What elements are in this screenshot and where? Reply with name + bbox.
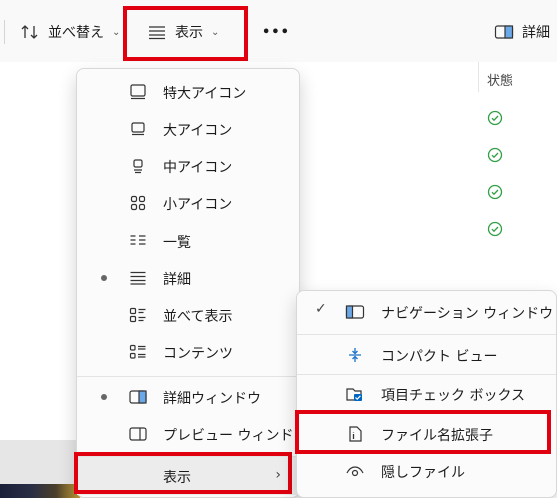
menu-item-label: ファイル名拡張子: [381, 428, 493, 444]
navigation-pane-icon: [345, 305, 365, 319]
menu-item-details[interactable]: 詳細: [77, 261, 299, 295]
status-synced-icon: [487, 184, 503, 200]
selected-indicator: [101, 394, 107, 400]
menu-item-details-pane[interactable]: 詳細ウィンドウ: [77, 380, 299, 414]
details-view-icon: [130, 271, 146, 285]
file-extension-icon: [349, 426, 362, 442]
list-view-icon: [130, 235, 146, 245]
menu-item-label: 項目チェック ボックス: [381, 388, 526, 404]
menu-item-compact-view[interactable]: コンパクト ビュー: [297, 338, 556, 372]
menu-item-label: コンテンツ: [163, 346, 233, 362]
details-pane-icon: [494, 25, 514, 39]
details-label: 詳細: [522, 25, 550, 41]
menu-item-label: プレビュー ウィンドウ: [163, 428, 308, 444]
show-submenu: ✓ ナビゲーション ウィンドウ コンパクト ビュー 項目チェック ボックス ファ…: [296, 290, 557, 498]
chevron-right-icon: ›: [275, 467, 281, 483]
more-icon: •••: [262, 24, 290, 40]
sort-button[interactable]: 並べ替え ⌄: [20, 16, 120, 48]
command-bar: 並べ替え ⌄ 表示 ⌄ ••• 詳細: [0, 0, 557, 63]
view-menu: 特大アイコン 大アイコン 中アイコン 小アイコン 一覧 詳細 並べて表示 コンテ…: [76, 68, 307, 498]
menu-separator: [77, 376, 299, 377]
small-icons-icon: [130, 195, 146, 211]
sort-label: 並べ替え: [48, 25, 104, 41]
extra-large-icons-icon: [130, 84, 146, 100]
content-view-icon: [129, 344, 146, 359]
menu-item-label: ナビゲーション ウィンドウ: [381, 306, 554, 322]
details-pane-button[interactable]: 詳細: [494, 16, 550, 48]
menu-item-navigation-pane[interactable]: ✓ ナビゲーション ウィンドウ: [297, 295, 556, 329]
status-column-header[interactable]: 状態: [487, 70, 513, 89]
tiles-view-icon: [129, 307, 146, 323]
toolbar-divider: [4, 20, 5, 44]
status-synced-icon: [487, 221, 503, 237]
menu-item-large-icons[interactable]: 大アイコン: [77, 112, 299, 146]
status-synced-icon: [487, 110, 503, 126]
sort-icon: [21, 25, 38, 39]
chevron-down-icon: ⌄: [112, 26, 121, 38]
menu-item-preview-pane[interactable]: プレビュー ウィンドウ: [77, 417, 307, 451]
menu-item-label: コンパクト ビュー: [381, 349, 498, 365]
compact-view-icon: [349, 348, 361, 362]
chevron-down-icon: ⌄: [211, 26, 220, 38]
menu-item-label: 小アイコン: [163, 197, 233, 213]
item-checkbox-icon: [346, 388, 362, 401]
details-pane-icon: [129, 390, 147, 404]
menu-item-list[interactable]: 一覧: [77, 224, 299, 258]
menu-item-show[interactable]: 表示 ›: [77, 457, 299, 495]
preview-pane-icon: [129, 427, 147, 441]
menu-item-hidden-files[interactable]: 隠しファイル: [297, 454, 556, 488]
eye-icon: [346, 466, 364, 477]
menu-item-label: 特大アイコン: [163, 86, 247, 102]
view-button[interactable]: 表示 ⌄: [147, 16, 219, 48]
menu-item-label: 一覧: [163, 235, 191, 251]
view-label: 表示: [175, 25, 203, 41]
view-details-icon: [149, 26, 165, 40]
menu-item-label: 隠しファイル: [381, 465, 465, 481]
menu-item-file-name-extensions[interactable]: ファイル名拡張子: [297, 417, 556, 451]
menu-item-label: 大アイコン: [163, 123, 233, 139]
taskbar-thumbnail: [0, 484, 80, 498]
menu-separator: [297, 334, 556, 335]
menu-item-item-checkboxes[interactable]: 項目チェック ボックス: [297, 377, 556, 411]
menu-separator: [297, 374, 556, 375]
medium-icons-icon: [133, 159, 143, 174]
large-icons-icon: [131, 122, 145, 136]
status-synced-icon: [487, 147, 503, 163]
column-divider: [478, 62, 479, 92]
check-icon: ✓: [315, 301, 327, 317]
selected-indicator: [101, 275, 107, 281]
menu-item-content[interactable]: コンテンツ: [77, 335, 299, 369]
status-bar-area: [0, 440, 80, 498]
menu-item-label: 並べて表示: [163, 309, 233, 325]
menu-item-label: 詳細ウィンドウ: [163, 391, 261, 407]
menu-item-medium-icons[interactable]: 中アイコン: [77, 149, 299, 183]
menu-item-tiles[interactable]: 並べて表示: [77, 298, 299, 332]
menu-item-label: 詳細: [163, 272, 191, 288]
more-options-button[interactable]: •••: [262, 16, 290, 48]
menu-item-extra-large-icons[interactable]: 特大アイコン: [77, 75, 299, 109]
menu-item-label: 表示: [163, 470, 191, 486]
menu-item-label: 中アイコン: [163, 160, 233, 176]
menu-item-small-icons[interactable]: 小アイコン: [77, 186, 299, 220]
